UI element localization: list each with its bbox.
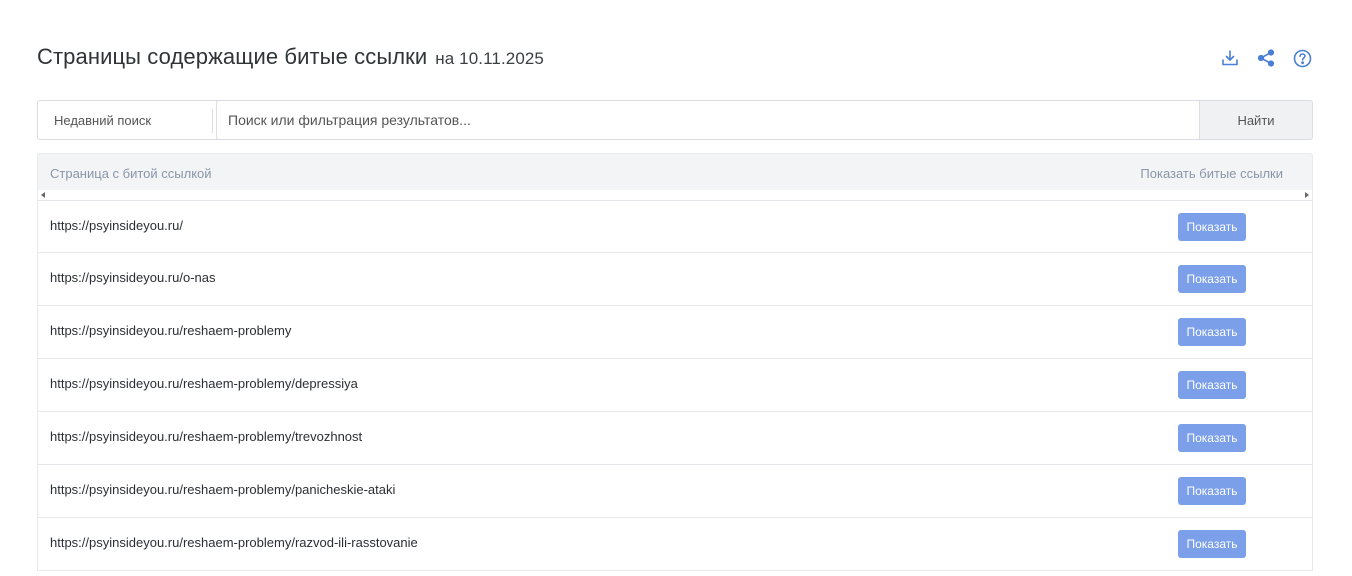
table-body: https://psyinsideyou.ru/ Показать https:… bbox=[37, 200, 1313, 571]
page-header: Страницы содержащие битые ссылки на 10.11… bbox=[37, 44, 1313, 74]
table-row: https://psyinsideyou.ru/reshaem-problemy… bbox=[37, 359, 1313, 412]
page-url[interactable]: https://psyinsideyou.ru/reshaem-problemy… bbox=[50, 482, 395, 497]
table-row: https://psyinsideyou.ru/o-nas Показать bbox=[37, 253, 1313, 306]
table-header: Страница с битой ссылкой Показать битые … bbox=[37, 153, 1313, 201]
table-row: https://psyinsideyou.ru/reshaem-problemy… bbox=[37, 412, 1313, 465]
show-broken-links-button[interactable]: Показать bbox=[1178, 265, 1246, 293]
show-broken-links-button[interactable]: Показать bbox=[1178, 477, 1246, 505]
recent-search-dropdown[interactable]: Недавний поиск bbox=[37, 100, 212, 140]
report-date: на 10.11.2025 bbox=[435, 49, 544, 68]
show-broken-links-button[interactable]: Показать bbox=[1178, 318, 1246, 346]
column-header-show: Показать битые ссылки bbox=[1140, 166, 1283, 181]
scroll-right-arrow-icon[interactable] bbox=[1305, 192, 1309, 198]
page-url[interactable]: https://psyinsideyou.ru/reshaem-problemy… bbox=[50, 376, 358, 391]
show-broken-links-button[interactable]: Показать bbox=[1178, 530, 1246, 558]
page-url[interactable]: https://psyinsideyou.ru/reshaem-problemy bbox=[50, 323, 291, 338]
search-input[interactable] bbox=[216, 100, 1200, 140]
scroll-left-arrow-icon[interactable] bbox=[41, 192, 45, 198]
page-title: Страницы содержащие битые ссылки на 10.11… bbox=[37, 44, 544, 70]
page-url[interactable]: https://psyinsideyou.ru/ bbox=[50, 218, 183, 233]
page: Страницы содержащие битые ссылки на 10.11… bbox=[0, 0, 1352, 576]
page-url[interactable]: https://psyinsideyou.ru/reshaem-problemy… bbox=[50, 429, 362, 444]
column-header-page: Страница с битой ссылкой bbox=[50, 166, 212, 181]
search-bar: Недавний поиск Найти bbox=[37, 100, 1313, 140]
download-icon[interactable] bbox=[1219, 47, 1241, 69]
table-row: https://psyinsideyou.ru/reshaem-problemy… bbox=[37, 518, 1313, 571]
table-row: https://psyinsideyou.ru/reshaem-problemy… bbox=[37, 465, 1313, 518]
table-row: https://psyinsideyou.ru/ Показать bbox=[37, 200, 1313, 253]
show-broken-links-button[interactable]: Показать bbox=[1178, 213, 1246, 241]
page-url[interactable]: https://psyinsideyou.ru/reshaem-problemy… bbox=[50, 535, 418, 550]
show-broken-links-button[interactable]: Показать bbox=[1178, 371, 1246, 399]
share-icon[interactable] bbox=[1255, 47, 1277, 69]
table-row: https://psyinsideyou.ru/reshaem-problemy… bbox=[37, 306, 1313, 359]
show-broken-links-button[interactable]: Показать bbox=[1178, 424, 1246, 452]
help-icon[interactable] bbox=[1291, 47, 1313, 69]
page-url[interactable]: https://psyinsideyou.ru/o-nas bbox=[50, 270, 215, 285]
find-button[interactable]: Найти bbox=[1199, 100, 1313, 140]
page-title-text: Страницы содержащие битые ссылки bbox=[37, 44, 428, 69]
header-actions bbox=[1219, 47, 1313, 69]
